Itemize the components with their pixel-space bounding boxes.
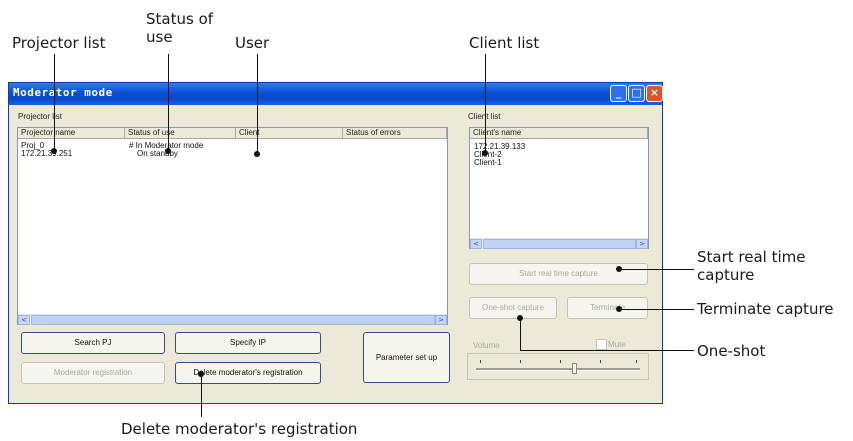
leader-dot <box>616 266 622 272</box>
callout-client-list: Client list <box>469 34 540 52</box>
callout-projector-list: Projector list <box>12 34 106 52</box>
moderator-registration-label: Moderator registration <box>53 368 133 377</box>
parameter-setup-label: Parameter set up <box>375 353 438 362</box>
leader-line <box>54 54 55 150</box>
leader-dot <box>517 315 523 321</box>
column-clients-name[interactable]: Client's name <box>470 128 648 139</box>
leader-dot <box>254 151 260 157</box>
window-title: Moderator mode <box>13 86 113 99</box>
leader-dot <box>198 371 204 377</box>
scroll-right-icon[interactable]: > <box>435 315 447 325</box>
maximize-icon[interactable]: □ <box>628 85 645 102</box>
callout-one-shot: One-shot <box>697 342 766 360</box>
leader-line <box>257 54 258 154</box>
volume-slider-thumb[interactable] <box>571 363 577 374</box>
volume-tick <box>600 360 601 363</box>
terminate-capture-button[interactable]: Terminate <box>567 297 648 319</box>
leader-line <box>520 350 694 351</box>
leader-dot <box>482 150 488 156</box>
volume-track <box>476 368 640 371</box>
search-pj-label: Search PJ <box>74 338 112 347</box>
volume-label: Volume <box>473 341 500 350</box>
leader-line <box>520 318 521 350</box>
column-projector-name[interactable]: Projector name <box>18 128 125 139</box>
column-status-of-use[interactable]: Status of use <box>125 128 236 139</box>
parameter-setup-button[interactable]: Parameter set up <box>363 332 450 383</box>
callout-start-realtime: Start real time capture <box>697 248 806 284</box>
column-client[interactable]: Client <box>236 128 343 139</box>
specify-ip-button[interactable]: Specify IP <box>175 332 321 354</box>
close-icon[interactable]: × <box>646 85 663 102</box>
moderator-mode-window: Moderator mode _ □ × Projector list Proj… <box>8 82 663 404</box>
volume-tick <box>636 360 637 363</box>
delete-registration-button[interactable]: Delete moderator's registration <box>175 362 321 384</box>
title-bar[interactable]: Moderator mode _ □ × <box>9 83 663 105</box>
callout-status-of-use: Status of use <box>146 10 213 46</box>
scroll-thumb[interactable] <box>31 315 435 325</box>
terminate-label: Terminate <box>589 303 626 312</box>
volume-tick <box>560 360 561 363</box>
client-list[interactable]: Client's name 172.21.39.133 Client-2 Cli… <box>469 127 649 249</box>
specify-ip-label: Specify IP <box>229 338 266 347</box>
projector-name-cell: 172.21.39.251 <box>21 149 73 158</box>
scroll-left-icon[interactable]: < <box>18 315 30 325</box>
column-status-of-errors[interactable]: Status of errors <box>343 128 447 139</box>
leader-dot <box>616 306 622 312</box>
mute-checkbox[interactable] <box>596 339 607 350</box>
search-pj-button[interactable]: Search PJ <box>21 332 165 354</box>
callout-delete-registration: Delete moderator's registration <box>121 420 358 438</box>
volume-group <box>467 353 649 380</box>
projector-list[interactable]: Projector name Status of use Client Stat… <box>17 127 448 325</box>
callout-start-line2: capture <box>697 266 755 284</box>
mute-label: Mute <box>608 340 626 349</box>
callout-terminate: Terminate capture <box>697 300 834 318</box>
minimize-icon[interactable]: _ <box>610 85 627 102</box>
volume-tick <box>520 360 521 363</box>
leader-line <box>201 374 202 417</box>
one-shot-label: One-shot capture <box>482 303 544 312</box>
one-shot-capture-button[interactable]: One-shot capture <box>469 297 557 319</box>
leader-dot <box>165 148 171 154</box>
projector-list-hscrollbar[interactable]: < > <box>18 314 447 325</box>
status-cell: On standby <box>137 149 178 158</box>
leader-line <box>619 269 694 270</box>
callout-status-line1: Status of <box>146 10 214 28</box>
scroll-thumb[interactable] <box>483 239 636 249</box>
callout-user: User <box>235 34 270 52</box>
volume-tick <box>480 360 481 363</box>
projector-list-label: Projector list <box>18 112 63 121</box>
leader-line <box>619 309 694 310</box>
client-list-hscrollbar[interactable]: < > <box>470 238 648 249</box>
scroll-left-icon[interactable]: < <box>470 239 482 249</box>
leader-line <box>485 54 486 152</box>
callout-status-line2: use <box>146 28 173 46</box>
scroll-right-icon[interactable]: > <box>636 239 648 249</box>
list-item[interactable]: Client-1 <box>474 158 502 167</box>
leader-dot <box>51 148 57 154</box>
leader-line <box>168 54 169 150</box>
callout-start-line1: Start real time <box>697 248 806 266</box>
moderator-registration-button[interactable]: Moderator registration <box>21 362 165 384</box>
